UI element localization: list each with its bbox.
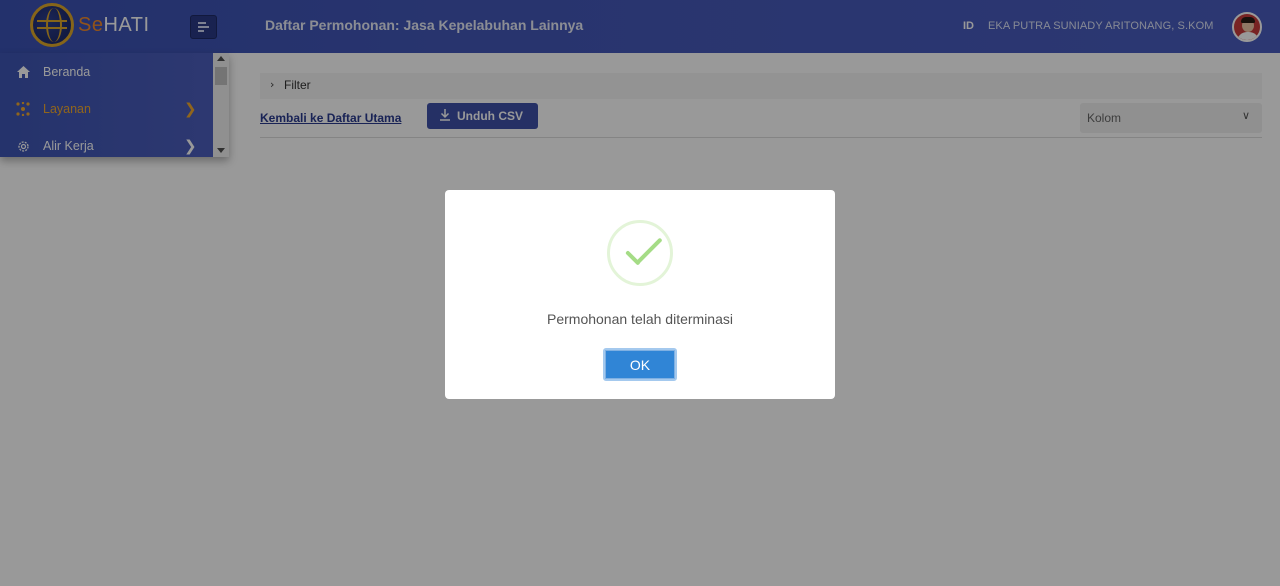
ok-button[interactable]: OK [603,348,677,381]
success-dialog: Permohonan telah diterminasi OK [445,190,835,399]
success-check-icon [607,220,673,286]
dialog-message: Permohonan telah diterminasi [547,311,733,327]
